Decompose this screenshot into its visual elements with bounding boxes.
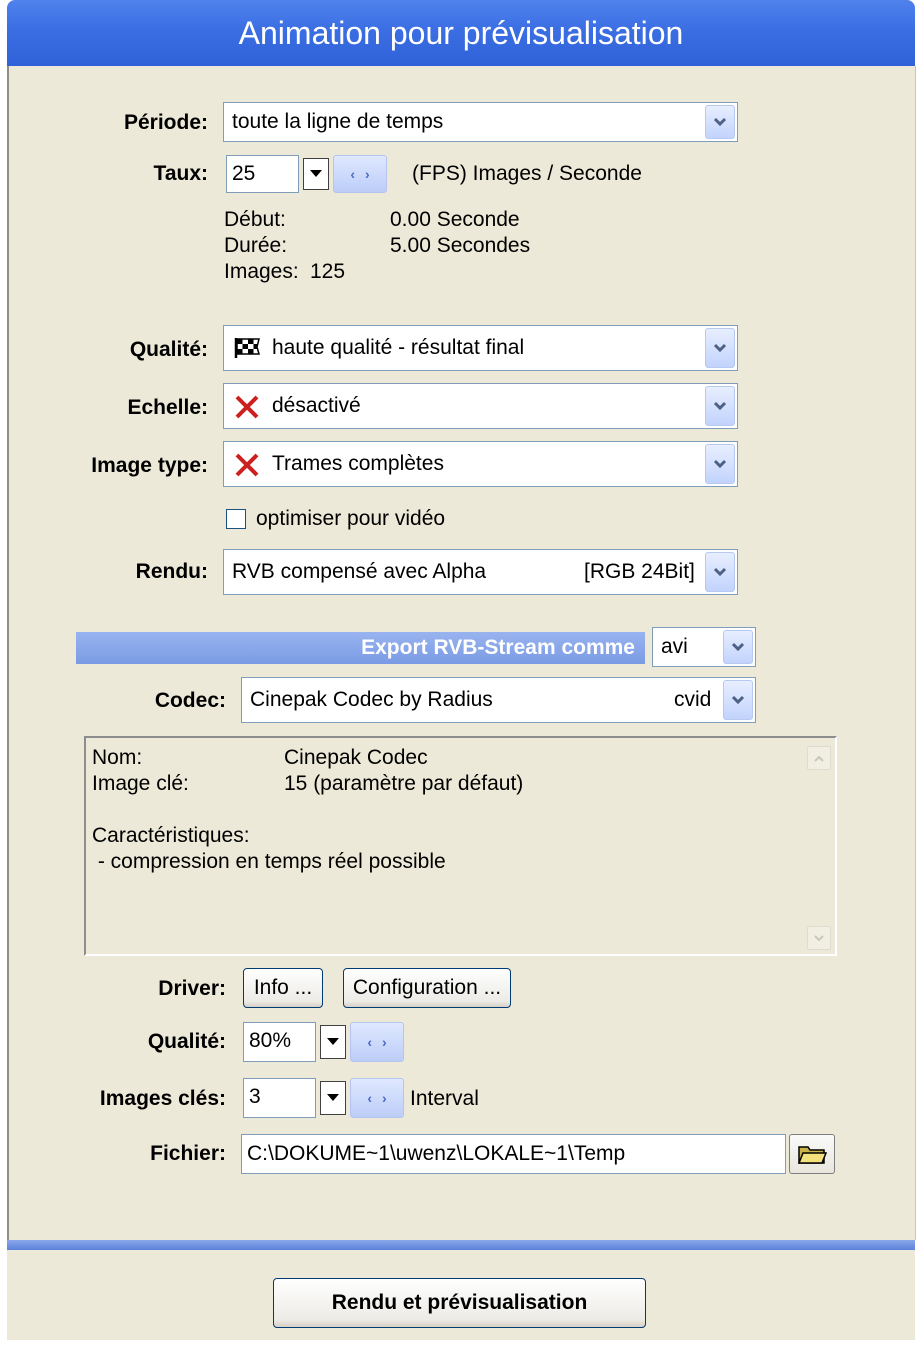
checkered-flag-icon bbox=[233, 336, 263, 365]
chevron-down-icon[interactable] bbox=[705, 552, 735, 592]
codec-qualite-label: Qualité: bbox=[147, 1030, 226, 1053]
render-preview-button[interactable]: Rendu et prévisualisation bbox=[273, 1278, 646, 1328]
chevron-left-icon[interactable]: ‹ bbox=[367, 1090, 372, 1106]
codec-label: Codec: bbox=[154, 689, 226, 712]
red-x-icon bbox=[234, 394, 260, 425]
images-cles-dropdown-button[interactable] bbox=[320, 1081, 346, 1115]
nom-value: Cinepak Codec bbox=[284, 746, 428, 769]
codec-info-box: Nom: Cinepak Codec Image clé: 15 (paramè… bbox=[84, 736, 837, 956]
images-cles-suffix: Interval bbox=[410, 1087, 479, 1110]
codec-value: Cinepak Codec by Radius bbox=[250, 688, 493, 711]
taux-stepper[interactable]: ‹ › bbox=[333, 155, 387, 193]
codec-qualite-dropdown-button[interactable] bbox=[320, 1025, 346, 1059]
window-title: Animation pour prévisualisation bbox=[7, 0, 915, 66]
images-cles-label: Images clés: bbox=[99, 1087, 226, 1110]
taux-dropdown-button[interactable] bbox=[303, 158, 329, 190]
periode-value: toute la ligne de temps bbox=[232, 110, 444, 133]
driver-config-button[interactable]: Configuration ... bbox=[343, 968, 511, 1008]
triangle-down-icon bbox=[327, 1038, 339, 1045]
qualite-label: Qualité: bbox=[129, 338, 208, 361]
triangle-down-icon bbox=[310, 170, 322, 177]
echelle-value: désactivé bbox=[272, 394, 361, 417]
periode-select[interactable]: toute la ligne de temps bbox=[223, 102, 738, 142]
export-section-header: Export RVB-Stream comme bbox=[76, 632, 645, 664]
chevron-down-icon[interactable] bbox=[705, 444, 735, 484]
codec-qualite-stepper[interactable]: ‹ › bbox=[350, 1022, 404, 1062]
fichier-path-input[interactable]: C:\DOKUME~1\uwenz\LOKALE~1\Temp bbox=[241, 1134, 786, 1174]
images-value: 125 bbox=[310, 260, 346, 283]
debut-label: Début: bbox=[224, 208, 286, 231]
taux-input[interactable]: 25 bbox=[226, 155, 299, 193]
footer-divider bbox=[7, 1240, 915, 1250]
folder-icon bbox=[797, 1146, 827, 1164]
chevron-down-icon[interactable] bbox=[705, 386, 735, 426]
scroll-up-icon[interactable] bbox=[807, 746, 831, 770]
export-format-value: avi bbox=[661, 635, 688, 658]
rendu-format: [RGB 24Bit] bbox=[584, 560, 695, 583]
image-cle-label: Image clé: bbox=[92, 772, 189, 795]
info-scrollbar[interactable] bbox=[807, 740, 831, 952]
nom-label: Nom: bbox=[92, 746, 143, 769]
rendu-select[interactable]: RVB compensé avec Alpha [RGB 24Bit] bbox=[223, 549, 738, 595]
duree-label: Durée: bbox=[224, 234, 288, 257]
chevron-left-icon[interactable]: ‹ bbox=[350, 166, 355, 182]
caracteristiques-item: - compression en temps réel possible bbox=[92, 850, 446, 873]
debut-value: 0.00 Seconde bbox=[390, 208, 520, 231]
images-cles-input[interactable]: 3 bbox=[243, 1078, 316, 1118]
chevron-down-icon[interactable] bbox=[723, 630, 753, 664]
chevron-down-icon[interactable] bbox=[723, 680, 753, 720]
image-cle-value: 15 (paramètre par défaut) bbox=[284, 772, 524, 795]
image-type-value: Trames complètes bbox=[272, 452, 444, 475]
caracteristiques-label: Caractéristiques: bbox=[92, 824, 250, 847]
taux-label: Taux: bbox=[153, 162, 208, 185]
images-cles-stepper[interactable]: ‹ › bbox=[350, 1078, 404, 1118]
chevron-right-icon[interactable]: › bbox=[382, 1034, 387, 1050]
fichier-label: Fichier: bbox=[150, 1142, 226, 1165]
driver-info-button[interactable]: Info ... bbox=[243, 968, 323, 1008]
browse-folder-button[interactable] bbox=[789, 1134, 835, 1174]
echelle-select[interactable]: désactivé bbox=[223, 383, 738, 429]
export-format-select[interactable]: avi bbox=[652, 627, 756, 667]
taux-unit: (FPS) Images / Seconde bbox=[412, 162, 642, 185]
echelle-label: Echelle: bbox=[127, 396, 208, 419]
qualite-value: haute qualité - résultat final bbox=[272, 336, 525, 359]
chevron-down-icon[interactable] bbox=[705, 105, 735, 139]
chevron-right-icon[interactable]: › bbox=[382, 1090, 387, 1106]
optimiser-label: optimiser pour vidéo bbox=[256, 507, 446, 530]
rendu-label: Rendu: bbox=[135, 560, 208, 583]
rendu-value: RVB compensé avec Alpha bbox=[232, 560, 487, 583]
qualite-select[interactable]: haute qualité - résultat final bbox=[223, 325, 738, 371]
image-type-label: Image type: bbox=[91, 454, 208, 477]
scroll-down-icon[interactable] bbox=[807, 926, 831, 950]
chevron-down-icon[interactable] bbox=[705, 328, 735, 368]
codec-fourcc: cvid bbox=[674, 688, 712, 711]
duree-value: 5.00 Secondes bbox=[390, 234, 531, 257]
image-type-select[interactable]: Trames complètes bbox=[223, 441, 738, 487]
optimiser-checkbox[interactable] bbox=[226, 509, 246, 529]
triangle-down-icon bbox=[327, 1094, 339, 1101]
codec-select[interactable]: Cinepak Codec by Radius cvid bbox=[241, 677, 756, 723]
periode-label: Période: bbox=[123, 111, 208, 134]
red-x-icon bbox=[234, 452, 260, 483]
driver-label: Driver: bbox=[158, 977, 226, 1000]
chevron-right-icon[interactable]: › bbox=[365, 166, 370, 182]
images-label: Images: bbox=[224, 260, 299, 283]
codec-qualite-input[interactable]: 80% bbox=[243, 1022, 316, 1062]
chevron-left-icon[interactable]: ‹ bbox=[367, 1034, 372, 1050]
